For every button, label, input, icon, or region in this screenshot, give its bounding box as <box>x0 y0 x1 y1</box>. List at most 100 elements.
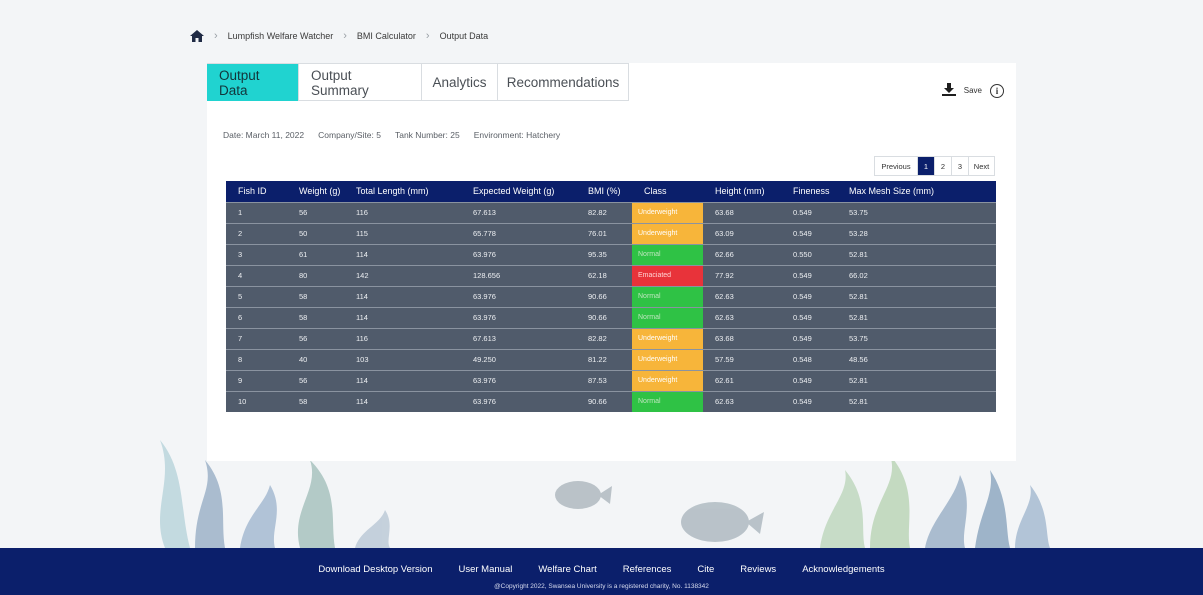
table-cell: 52.81 <box>837 285 996 307</box>
table-cell: 62.63 <box>703 285 781 307</box>
table-row: 2 50 115 65.778 76.01 Underweight 63.09 0.549 53… <box>226 222 996 244</box>
table-cell: 63.976 <box>461 390 576 412</box>
save-controls: Save i <box>941 83 1004 98</box>
column-header: BMI (%) <box>576 181 632 202</box>
table-cell: 6 <box>226 306 287 328</box>
breadcrumb-link-lumpfish-welfare-watcher[interactable]: Lumpfish Welfare Watcher <box>228 31 334 41</box>
class-badge-cell: Underweight <box>632 369 703 391</box>
table-cell: 0.548 <box>781 348 837 370</box>
column-header: Expected Weight (g) <box>461 181 576 202</box>
tab-bar: Output Data Output Summary Analytics Rec… <box>207 63 629 101</box>
class-badge-cell: Underweight <box>632 348 703 370</box>
table-cell: 7 <box>226 327 287 349</box>
table-cell: 62.18 <box>576 264 632 286</box>
footer-link-user-manual[interactable]: User Manual <box>458 564 512 575</box>
table-cell: 63.976 <box>461 285 576 307</box>
table-cell: 48.56 <box>837 348 996 370</box>
table-row: 10 58 114 63.976 90.66 Normal 62.63 0.549 52.81 <box>226 390 996 412</box>
meta-environment: Environment: Hatchery <box>473 130 561 140</box>
site-footer: Download Desktop Version User Manual Wel… <box>0 548 1203 595</box>
info-icon[interactable]: i <box>990 83 1004 98</box>
table-cell: 66.02 <box>837 264 996 286</box>
column-header: Max Mesh Size (mm) <box>837 181 996 202</box>
table-cell: 0.549 <box>781 369 837 391</box>
table-cell: 0.549 <box>781 201 837 223</box>
page-button-3[interactable]: 3 <box>951 157 968 175</box>
table-cell: 63.68 <box>703 201 781 223</box>
table-cell: 52.81 <box>837 306 996 328</box>
table-row: 5 58 114 63.976 90.66 Normal 62.63 0.549 52.81 <box>226 285 996 307</box>
table-cell: 10 <box>226 390 287 412</box>
table-cell: 80 <box>287 264 344 286</box>
save-button[interactable]: Save <box>964 86 982 95</box>
table-cell: 62.61 <box>703 369 781 391</box>
class-badge-cell: Normal <box>632 243 703 265</box>
table-cell: 2 <box>226 222 287 244</box>
table-cell: 114 <box>344 390 461 412</box>
table-cell: 56 <box>287 327 344 349</box>
table-cell: 58 <box>287 390 344 412</box>
table-cell: 76.01 <box>576 222 632 244</box>
table-cell: 81.22 <box>576 348 632 370</box>
table-cell: 1 <box>226 201 287 223</box>
column-header: Fineness <box>781 181 837 202</box>
table-cell: 50 <box>287 222 344 244</box>
footer-link-reviews[interactable]: Reviews <box>740 564 776 575</box>
table-cell: 115 <box>344 222 461 244</box>
table-cell: 82.82 <box>576 201 632 223</box>
column-header: Total Length (mm) <box>344 181 461 202</box>
table-cell: 9 <box>226 369 287 391</box>
table-cell: 0.549 <box>781 306 837 328</box>
breadcrumb-link-bmi-calculator[interactable]: BMI Calculator <box>357 31 416 41</box>
previous-page-button[interactable]: Previous <box>875 157 917 175</box>
tab-output-summary[interactable]: Output Summary <box>298 64 421 101</box>
footer-link-references[interactable]: References <box>623 564 672 575</box>
table-cell: 4 <box>226 264 287 286</box>
table-cell: 53.75 <box>837 327 996 349</box>
next-page-button[interactable]: Next <box>968 157 994 175</box>
pagination: Previous 1 2 3 Next <box>874 156 995 176</box>
footer-links: Download Desktop Version User Manual Wel… <box>0 564 1203 575</box>
footer-link-acknowledgements[interactable]: Acknowledgements <box>802 564 884 575</box>
class-badge-cell: Normal <box>632 285 703 307</box>
table-cell: 67.613 <box>461 201 576 223</box>
page-button-2[interactable]: 2 <box>934 157 951 175</box>
table-body: 1 56 116 67.613 82.82 Underweight 63.68 0.549 53… <box>226 201 996 412</box>
tab-recommendations[interactable]: Recommendations <box>497 64 628 101</box>
table-cell: 114 <box>344 243 461 265</box>
class-badge-cell: Normal <box>632 306 703 328</box>
session-meta: Date: March 11, 2022 Company/Site: 5 Tan… <box>223 130 560 140</box>
table-cell: 90.66 <box>576 306 632 328</box>
footer-link-welfare-chart[interactable]: Welfare Chart <box>538 564 596 575</box>
table-cell: 5 <box>226 285 287 307</box>
table-cell: 116 <box>344 201 461 223</box>
table-cell: 61 <box>287 243 344 265</box>
table-cell: 0.549 <box>781 285 837 307</box>
table-cell: 77.92 <box>703 264 781 286</box>
bmi-output-table: Fish ID Weight (g) Total Length (mm) Exp… <box>226 181 996 412</box>
download-icon[interactable] <box>941 83 956 98</box>
column-header: Weight (g) <box>287 181 344 202</box>
home-icon[interactable] <box>190 30 204 42</box>
page-button-1[interactable]: 1 <box>917 157 934 175</box>
class-badge-cell: Underweight <box>632 222 703 244</box>
table-cell: 0.549 <box>781 264 837 286</box>
output-card: Output Data Output Summary Analytics Rec… <box>207 63 1016 461</box>
table-cell: 56 <box>287 369 344 391</box>
tab-analytics[interactable]: Analytics <box>421 64 497 101</box>
table-cell: 65.778 <box>461 222 576 244</box>
table-cell: 82.82 <box>576 327 632 349</box>
column-header: Class <box>632 181 703 202</box>
table-cell: 52.81 <box>837 369 996 391</box>
table-cell: 52.81 <box>837 243 996 265</box>
table-cell: 0.550 <box>781 243 837 265</box>
tab-output-data[interactable]: Output Data <box>207 64 298 101</box>
footer-link-download-desktop-version[interactable]: Download Desktop Version <box>318 564 432 575</box>
class-badge-cell: Normal <box>632 390 703 412</box>
table-row: 6 58 114 63.976 90.66 Normal 62.63 0.549 52.81 <box>226 306 996 328</box>
table-cell: 3 <box>226 243 287 265</box>
footer-link-cite[interactable]: Cite <box>697 564 714 575</box>
table-cell: 67.613 <box>461 327 576 349</box>
meta-date: Date: March 11, 2022 <box>223 130 305 140</box>
table-cell: 116 <box>344 327 461 349</box>
